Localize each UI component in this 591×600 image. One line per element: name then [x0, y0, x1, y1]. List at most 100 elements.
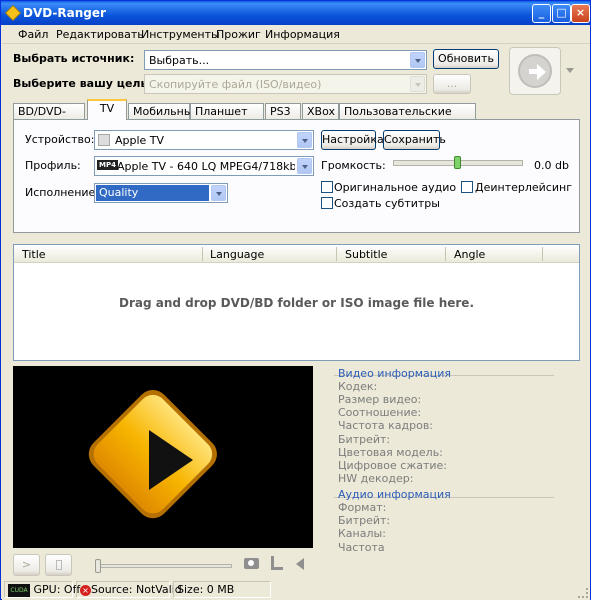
execution-select[interactable]: Quality [94, 183, 228, 203]
video-info-heading: Видео информация [338, 367, 452, 380]
info-frequency: Частота [338, 541, 385, 554]
chevron-down-icon[interactable] [297, 158, 312, 174]
error-icon: × [80, 584, 91, 596]
source-select[interactable]: Выбрать... [144, 50, 427, 70]
info-audio-bitrate: Битрейт: [338, 514, 391, 527]
info-bitrate: Битрейт: [338, 433, 391, 446]
source-label: Выбрать источник: [13, 52, 135, 65]
tab-mobile[interactable]: Мобильный [128, 103, 200, 119]
execution-label: Исполнение: [25, 186, 100, 199]
menu-burn[interactable]: Прожиг [216, 28, 261, 41]
resize-grip[interactable] [578, 588, 588, 598]
device-label: Устройство: [25, 133, 95, 146]
profile-select[interactable]: MP4 Apple TV - 640 LQ MPEG4/718kbps AAC/… [94, 156, 314, 176]
info-video-size: Размер видео: [338, 393, 422, 406]
menu-file[interactable]: Файл [18, 28, 48, 41]
volume-label: Громкость: [321, 159, 386, 172]
target-select[interactable]: Скопируйте файл (ISO/видео) [144, 74, 427, 94]
tab-ps3[interactable]: PS3 [265, 103, 301, 119]
info-format: Формат: [338, 501, 387, 514]
save-button[interactable]: Сохранить [383, 130, 446, 150]
device-icon [98, 134, 110, 146]
titles-grid[interactable]: Title Language Subtitle Angle Drag and d… [13, 244, 580, 361]
stop-icon [56, 560, 62, 570]
play-logo-icon [88, 390, 217, 519]
nvidia-cuda-logo: CUDA [8, 583, 30, 597]
device-select[interactable]: Apple TV [94, 130, 314, 150]
close-button[interactable]: × [571, 4, 590, 23]
volume-value: 0.0 db [534, 159, 569, 172]
col-angle[interactable]: Angle [454, 248, 485, 261]
deinterlace-label: Деинтерлейсинг [475, 181, 572, 194]
stop-button[interactable] [45, 554, 72, 576]
menu-bar: Файл Редактировать Инструменты Прожиг Ин… [2, 25, 590, 44]
menu-info[interactable]: Информация [265, 28, 340, 41]
tab-xbox[interactable]: XBox [302, 103, 339, 119]
profile-label: Профиль: [25, 159, 81, 172]
tv-settings-panel: Устройство: Apple TV Настройка Сохранить… [13, 119, 580, 233]
source-status-text: Source: NotValid [91, 583, 182, 596]
seek-slider[interactable] [95, 559, 232, 573]
subtitles-label: Создать субтитры [334, 197, 440, 210]
seek-slider-thumb[interactable] [95, 559, 101, 573]
info-color-model: Цветовая модель: [338, 446, 443, 459]
crop-icon[interactable] [271, 556, 283, 570]
title-bar[interactable]: DVD-Ranger _ □ × [1, 1, 590, 25]
col-language[interactable]: Language [210, 248, 264, 261]
deinterlace-checkbox[interactable] [461, 181, 473, 193]
mp4-badge: MP4 [97, 160, 118, 170]
speaker-icon[interactable] [296, 558, 304, 570]
tab-tv[interactable]: TV [87, 99, 127, 120]
drop-hint: Drag and drop DVD/BD folder or ISO image… [118, 296, 475, 310]
grid-header: Title Language Subtitle Angle [14, 245, 579, 263]
tab-ipad[interactable]: Планшет iPAD [190, 103, 264, 131]
source-value: Выбрать... [149, 54, 210, 67]
chevron-down-icon[interactable] [410, 76, 425, 92]
chevron-down-icon[interactable] [410, 52, 425, 68]
info-hw-decoder: HW декодер: [338, 472, 414, 485]
menu-tools[interactable]: Инструменты [141, 28, 220, 41]
gpu-status-text: GPU: Off [33, 583, 81, 596]
info-framerate: Частота кадров: [338, 419, 434, 432]
video-preview[interactable] [13, 366, 313, 548]
app-icon [5, 5, 21, 21]
tab-custom-profiles[interactable]: Пользовательские профили [339, 103, 476, 131]
execution-value: Quality [96, 185, 209, 201]
target-label: Выберите вашу цель: [13, 77, 152, 90]
volume-slider[interactable] [393, 156, 523, 169]
info-channels: Каналы: [338, 527, 386, 540]
start-options-arrow[interactable] [566, 68, 574, 73]
profile-value: Apple TV - 640 LQ MPEG4/718kbps AAC/6 [117, 160, 295, 173]
size-status: Size: 0 MB [173, 581, 271, 598]
chevron-down-icon[interactable] [211, 185, 226, 201]
device-value: Apple TV [115, 134, 165, 147]
chevron-down-icon[interactable] [297, 132, 312, 148]
window-title: DVD-Ranger [23, 6, 106, 20]
start-button[interactable] [509, 47, 561, 95]
target-placeholder: Скопируйте файл (ISO/видео) [149, 78, 322, 91]
info-aspect: Соотношение: [338, 406, 422, 419]
settings-button[interactable]: Настройка [321, 130, 384, 150]
volume-slider-thumb[interactable] [454, 156, 461, 169]
audio-info-heading: Аудио информация [338, 488, 451, 501]
menu-edit[interactable]: Редактировать [56, 28, 144, 41]
original-audio-checkbox[interactable] [321, 181, 333, 193]
refresh-button[interactable]: Обновить [433, 49, 499, 69]
original-audio-label: Оригинальное аудио [334, 181, 457, 194]
arrow-right-icon [518, 54, 552, 88]
tab-bd-dvd[interactable]: BD/DVD-плеер [13, 103, 85, 131]
col-subtitle[interactable]: Subtitle [345, 248, 387, 261]
camera-icon[interactable] [244, 558, 259, 569]
minimize-button[interactable]: _ [532, 4, 551, 23]
col-title[interactable]: Title [22, 248, 46, 261]
gpu-status: CUDA GPU: Off [4, 581, 80, 598]
status-bar: CUDA GPU: Off × Source: NotValid Size: 0 … [2, 580, 590, 600]
app-window: DVD-Ranger _ □ × Файл Редактировать Инст… [0, 0, 591, 600]
source-status: × Source: NotValid [76, 581, 182, 598]
subtitles-checkbox[interactable] [321, 197, 333, 209]
play-button[interactable]: > [13, 554, 40, 576]
info-codec: Кодек: [338, 380, 378, 393]
browse-button[interactable]: ... [433, 74, 471, 94]
maximize-button[interactable]: □ [552, 4, 571, 23]
info-compression: Цифровое сжатие: [338, 459, 448, 472]
